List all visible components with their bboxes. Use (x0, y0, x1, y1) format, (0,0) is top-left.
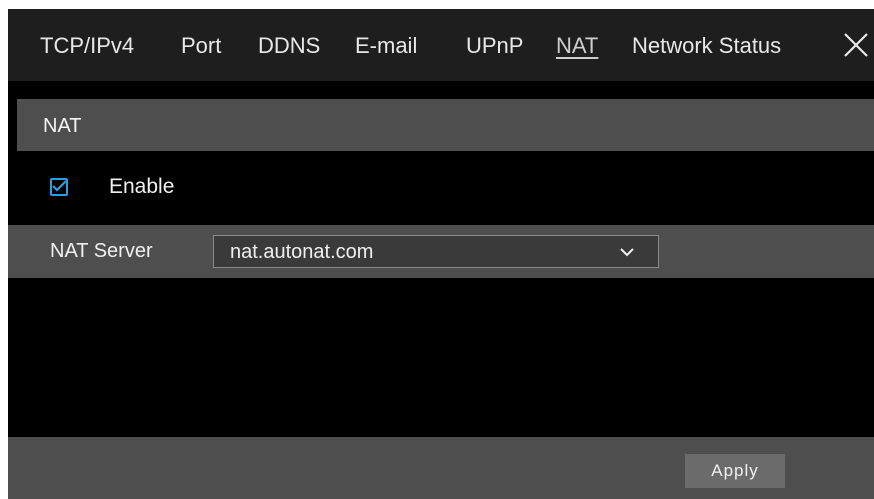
tab-ddns[interactable]: DDNS (258, 33, 320, 59)
nat-server-select[interactable]: nat.autonat.com (213, 235, 659, 268)
nat-server-row: NAT Server nat.autonat.com (8, 225, 874, 278)
tab-bar: TCP/IPv4 Port DDNS E-mail UPnP NAT Netwo… (8, 9, 874, 81)
tab-upnp[interactable]: UPnP (466, 33, 523, 59)
nat-server-value: nat.autonat.com (230, 241, 374, 263)
network-settings-dialog: TCP/IPv4 Port DDNS E-mail UPnP NAT Netwo… (8, 9, 874, 499)
apply-button[interactable]: Apply (685, 454, 785, 488)
close-icon[interactable] (842, 31, 870, 59)
tab-nat[interactable]: NAT (556, 33, 598, 59)
footer-bar: Apply (8, 437, 874, 499)
tab-email[interactable]: E-mail (355, 33, 417, 59)
enable-checkbox[interactable] (50, 178, 68, 196)
section-title: NAT (43, 115, 82, 137)
tab-tcp-ipv4[interactable]: TCP/IPv4 (40, 33, 134, 59)
checkmark-icon (52, 180, 66, 192)
chevron-down-icon (620, 248, 634, 257)
enable-label: Enable (109, 175, 175, 198)
nat-server-label: NAT Server (50, 240, 153, 262)
nat-section-header: NAT (17, 99, 874, 151)
enable-row: Enable (8, 164, 874, 212)
tab-port[interactable]: Port (181, 33, 221, 59)
tab-network-status[interactable]: Network Status (632, 33, 781, 59)
